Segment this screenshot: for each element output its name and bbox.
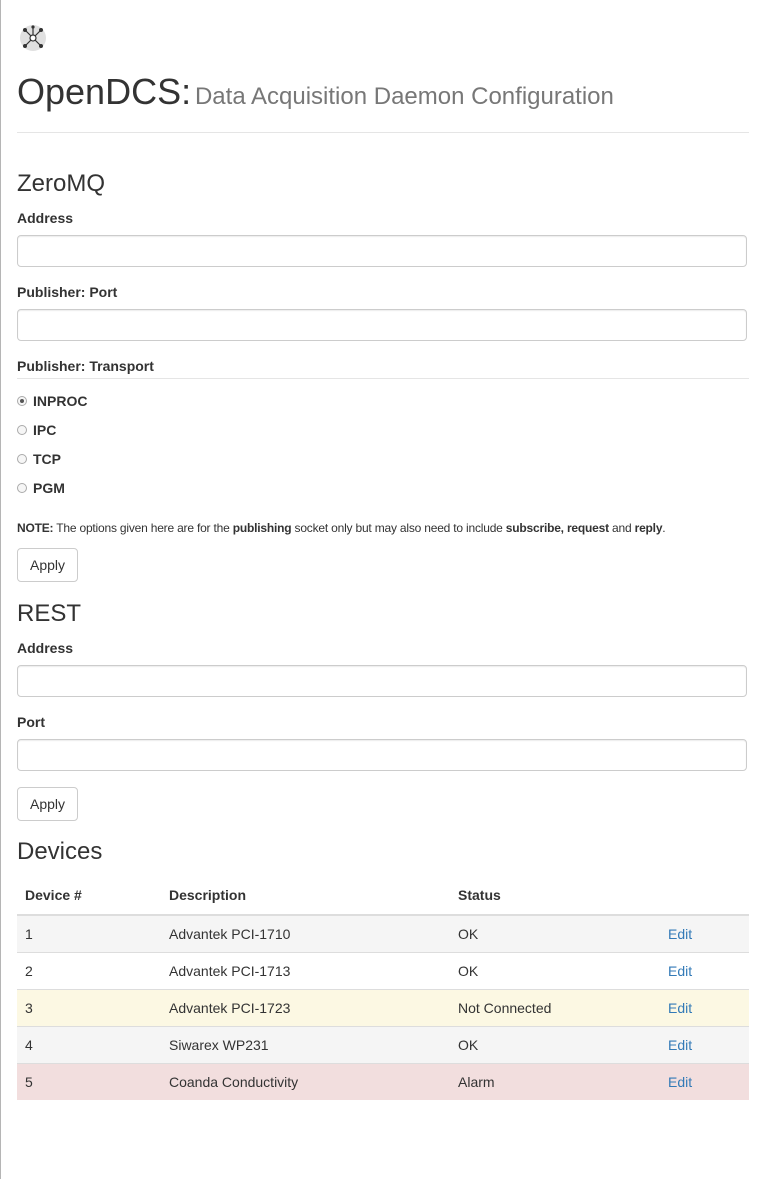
column-header-description: Description — [161, 876, 450, 916]
device-number: 2 — [17, 952, 161, 990]
device-number: 5 — [17, 1063, 161, 1100]
edit-device-link[interactable]: Edit — [668, 1000, 692, 1016]
transport-option-pgm[interactable]: PGM — [17, 480, 65, 496]
radio-button[interactable] — [17, 454, 27, 464]
device-description: Advantek PCI-1713 — [161, 952, 450, 990]
rest-address-label: Address — [17, 640, 74, 656]
transport-option-inproc[interactable]: INPROC — [17, 393, 87, 409]
zeromq-address-label: Address — [17, 210, 74, 226]
header-divider — [17, 132, 749, 133]
device-status: OK — [450, 952, 668, 990]
network-nodes-icon[interactable] — [19, 24, 47, 52]
zeromq-note: NOTE: The options given here are for the… — [17, 521, 666, 535]
table-row: 5 Coanda Conductivity Alarm Edit — [17, 1063, 749, 1100]
note-bold-reply: reply — [634, 521, 663, 535]
edit-device-link[interactable]: Edit — [668, 1037, 692, 1053]
note-text: . — [662, 521, 666, 535]
transport-option-tcp[interactable]: TCP — [17, 451, 61, 467]
brand-name: OpenDCS: — [17, 71, 192, 112]
device-description: Coanda Conductivity — [161, 1063, 450, 1100]
note-text: socket only but may also need to include — [291, 521, 506, 535]
radio-button[interactable] — [17, 425, 27, 435]
column-header-actions — [668, 876, 749, 916]
transport-option-ipc[interactable]: IPC — [17, 422, 56, 438]
transport-legend-divider — [17, 378, 749, 379]
device-number: 4 — [17, 1026, 161, 1064]
device-number: 3 — [17, 989, 161, 1027]
rest-address-input[interactable] — [17, 665, 747, 697]
zeromq-transport-label: Publisher: Transport — [17, 358, 154, 374]
note-prefix: NOTE: — [17, 521, 54, 535]
edit-device-link[interactable]: Edit — [668, 1074, 692, 1090]
devices-table: Device # Description Status 1 Advantek P… — [17, 876, 749, 1100]
brand-subtitle: Data Acquisition Daemon Configuration — [194, 83, 614, 110]
zeromq-port-label: Publisher: Port — [17, 284, 118, 300]
edit-device-link[interactable]: Edit — [668, 963, 692, 979]
device-status: OK — [450, 1026, 668, 1064]
rest-heading: REST — [17, 600, 82, 627]
device-number: 1 — [17, 914, 161, 953]
device-description: Advantek PCI-1723 — [161, 989, 450, 1027]
device-status: OK — [450, 914, 668, 953]
zeromq-port-input[interactable] — [17, 309, 747, 341]
note-text: and — [608, 521, 635, 535]
note-bold-subscribe-request: subscribe, request — [505, 521, 609, 535]
device-description: Advantek PCI-1710 — [161, 914, 450, 953]
table-header-row: Device # Description Status — [17, 876, 749, 916]
device-status: Not Connected — [450, 989, 668, 1027]
transport-option-label: PGM — [33, 480, 65, 496]
column-header-status: Status — [450, 876, 668, 916]
table-row: 3 Advantek PCI-1723 Not Connected Edit — [17, 989, 749, 1027]
device-description: Siwarex WP231 — [161, 1026, 450, 1064]
transport-option-label: IPC — [33, 422, 57, 438]
radio-button-checked[interactable] — [17, 396, 27, 406]
table-row: 4 Siwarex WP231 OK Edit — [17, 1026, 749, 1064]
table-row: 1 Advantek PCI-1710 OK Edit — [17, 914, 749, 953]
table-row: 2 Advantek PCI-1713 OK Edit — [17, 952, 749, 990]
transport-option-label: INPROC — [33, 393, 88, 409]
zeromq-address-input[interactable] — [17, 235, 747, 267]
page-title: OpenDCS: Data Acquisition Daemon Configu… — [17, 70, 749, 114]
column-header-device-number: Device # — [17, 876, 161, 916]
zeromq-heading: ZeroMQ — [17, 170, 106, 197]
note-text: The options given here are for the — [53, 521, 233, 535]
devices-heading: Devices — [17, 838, 103, 865]
edit-device-link[interactable]: Edit — [668, 926, 692, 942]
note-bold-publishing: publishing — [232, 521, 292, 535]
rest-apply-button[interactable]: Apply — [17, 787, 78, 821]
transport-option-label: TCP — [33, 451, 61, 467]
rest-port-input[interactable] — [17, 739, 747, 771]
device-status: Alarm — [450, 1063, 668, 1100]
radio-button[interactable] — [17, 483, 27, 493]
rest-port-label: Port — [17, 714, 45, 730]
zeromq-apply-button[interactable]: Apply — [17, 548, 78, 582]
page-left-border — [0, 0, 1, 1179]
